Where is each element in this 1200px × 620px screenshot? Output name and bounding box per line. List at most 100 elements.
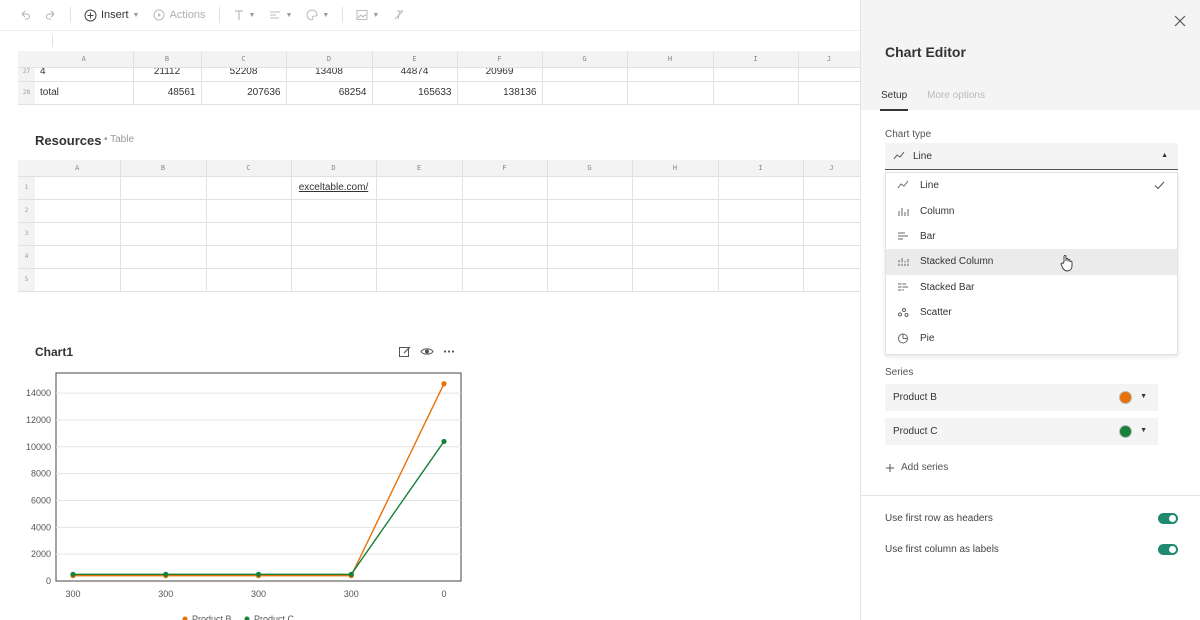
- tab-setup[interactable]: Setup: [880, 90, 909, 111]
- redo-button[interactable]: [40, 4, 62, 26]
- menu-item-line[interactable]: Line: [886, 173, 1177, 198]
- table-cell[interactable]: [547, 176, 633, 200]
- table-cell[interactable]: [547, 199, 633, 223]
- table-cell[interactable]: [803, 268, 861, 292]
- text-format-button[interactable]: ▼: [228, 4, 261, 26]
- align-button[interactable]: ▼: [264, 4, 297, 26]
- table-cell[interactable]: [35, 176, 121, 200]
- menu-item-scatter[interactable]: Scatter: [886, 300, 1177, 325]
- table-cell[interactable]: 44874: [372, 67, 458, 82]
- row-number[interactable]: 4: [18, 245, 35, 269]
- table-cell[interactable]: total: [35, 81, 134, 105]
- column-header[interactable]: E: [372, 51, 458, 68]
- table-cell[interactable]: [542, 67, 628, 82]
- column-header[interactable]: J: [798, 51, 861, 68]
- menu-item-pie[interactable]: Pie: [886, 325, 1177, 350]
- cell-link[interactable]: exceltable.com/: [299, 182, 368, 193]
- table-cell[interactable]: [462, 176, 548, 200]
- table-cell[interactable]: [120, 268, 207, 292]
- chart-type-select[interactable]: Line ▲: [885, 143, 1178, 170]
- table-cell[interactable]: [376, 245, 463, 269]
- table-cell[interactable]: [35, 268, 121, 292]
- table-cell[interactable]: [462, 268, 548, 292]
- column-header[interactable]: C: [201, 51, 287, 68]
- chevron-down-icon[interactable]: ▼: [1140, 427, 1147, 434]
- table-cell[interactable]: [713, 81, 799, 105]
- close-icon[interactable]: [1173, 14, 1187, 28]
- table-cell[interactable]: [376, 222, 463, 246]
- table-cell[interactable]: [798, 67, 861, 82]
- table-cell[interactable]: [627, 67, 714, 82]
- column-header[interactable]: I: [713, 51, 799, 68]
- table-cell[interactable]: exceltable.com/: [291, 176, 377, 200]
- table-cell[interactable]: [718, 199, 804, 223]
- toggle-switch[interactable]: [1158, 544, 1178, 555]
- table-cell[interactable]: [291, 268, 377, 292]
- column-header[interactable]: A: [35, 51, 134, 68]
- table-cell[interactable]: [206, 176, 292, 200]
- menu-item-stacked-column[interactable]: Stacked Column: [886, 249, 1177, 275]
- formula-bar[interactable]: [0, 30, 860, 50]
- table-cell[interactable]: [291, 245, 377, 269]
- table-cell[interactable]: [462, 222, 548, 246]
- table-cell[interactable]: [35, 222, 121, 246]
- series-color-swatch[interactable]: [1119, 425, 1132, 438]
- table-cell[interactable]: [547, 268, 633, 292]
- column-header[interactable]: D: [286, 51, 373, 68]
- table-cell[interactable]: [632, 222, 719, 246]
- table-cell[interactable]: [120, 199, 207, 223]
- column-header[interactable]: J: [803, 160, 861, 177]
- table-cell[interactable]: 20969: [457, 67, 543, 82]
- table-cell[interactable]: [547, 222, 633, 246]
- table-cell[interactable]: [206, 222, 292, 246]
- insert-button[interactable]: Insert ▼: [79, 4, 144, 26]
- menu-item-column[interactable]: Column: [886, 198, 1177, 223]
- column-header[interactable]: F: [457, 51, 543, 68]
- tab-more-options[interactable]: More options: [926, 90, 986, 111]
- column-header[interactable]: B: [120, 160, 207, 177]
- table-cell[interactable]: [120, 176, 207, 200]
- actions-button[interactable]: Actions: [148, 4, 210, 26]
- edit-icon[interactable]: [398, 345, 411, 358]
- series-row-product-c[interactable]: Product C ▼: [885, 418, 1158, 445]
- row-number[interactable]: 3: [18, 222, 35, 246]
- column-header[interactable]: H: [627, 51, 714, 68]
- table-cell[interactable]: 4: [35, 67, 134, 82]
- table-cell[interactable]: [462, 199, 548, 223]
- table-cell[interactable]: [718, 176, 804, 200]
- menu-item-stacked-bar[interactable]: Stacked Bar: [886, 275, 1177, 300]
- table-cell[interactable]: 207636: [201, 81, 287, 105]
- row-number[interactable]: 2: [18, 199, 35, 223]
- table-cell[interactable]: [120, 222, 207, 246]
- table-cell[interactable]: [803, 199, 861, 223]
- table-cell[interactable]: [35, 199, 121, 223]
- table-cell[interactable]: [632, 268, 719, 292]
- undo-button[interactable]: [14, 4, 36, 26]
- column-header[interactable]: G: [542, 51, 628, 68]
- add-series-button[interactable]: Add series: [885, 462, 948, 473]
- series-color-swatch[interactable]: [1119, 391, 1132, 404]
- table-cell[interactable]: [206, 268, 292, 292]
- table-cell[interactable]: [547, 245, 633, 269]
- more-icon[interactable]: [443, 345, 455, 358]
- toggle-switch[interactable]: [1158, 513, 1178, 524]
- table-cell[interactable]: 52208: [201, 67, 287, 82]
- row-number[interactable]: 1: [18, 176, 35, 200]
- table-cell[interactable]: [632, 199, 719, 223]
- table-cell[interactable]: [718, 268, 804, 292]
- color-button[interactable]: ▼: [301, 4, 334, 26]
- table-cell[interactable]: [803, 176, 861, 200]
- table-cell[interactable]: 165633: [372, 81, 458, 105]
- column-header[interactable]: E: [376, 160, 463, 177]
- table-cell[interactable]: [376, 176, 463, 200]
- column-header[interactable]: I: [718, 160, 804, 177]
- eye-icon[interactable]: [420, 345, 434, 358]
- table-cell[interactable]: [376, 268, 463, 292]
- table-cell[interactable]: [632, 245, 719, 269]
- table-cell[interactable]: [120, 245, 207, 269]
- column-header[interactable]: F: [462, 160, 548, 177]
- table-cell[interactable]: [291, 222, 377, 246]
- table-cell[interactable]: 21112: [133, 67, 202, 82]
- clear-format-button[interactable]: [388, 4, 410, 26]
- table-cell[interactable]: [627, 81, 714, 105]
